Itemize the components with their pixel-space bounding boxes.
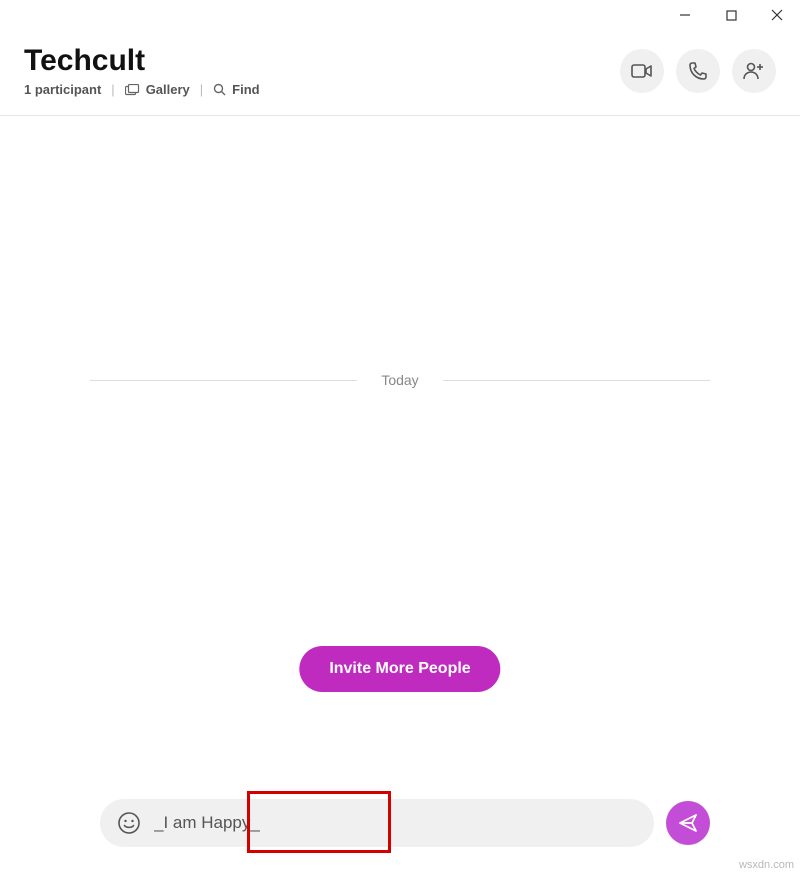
date-divider: Today (0, 372, 800, 388)
close-button[interactable] (754, 0, 800, 30)
window-titlebar (0, 0, 800, 30)
send-icon (678, 813, 698, 833)
divider-line (90, 380, 357, 381)
message-input[interactable] (154, 813, 634, 833)
smiley-icon (117, 811, 141, 835)
emoji-button[interactable] (112, 806, 146, 840)
participants-count[interactable]: 1 participant (24, 82, 101, 97)
separator: | (196, 82, 207, 97)
video-call-button[interactable] (620, 49, 664, 93)
chat-header: Techcult 1 participant | Gallery | Find (0, 30, 800, 116)
invite-more-people-button[interactable]: Invite More People (299, 646, 500, 692)
divider-line (443, 380, 710, 381)
date-label: Today (357, 372, 442, 388)
search-icon (213, 83, 226, 96)
chat-title: Techcult (24, 44, 620, 78)
separator: | (107, 82, 118, 97)
chat-messages-area: Today Invite More People (0, 116, 800, 754)
maximize-button[interactable] (708, 0, 754, 30)
minimize-button[interactable] (662, 0, 708, 30)
video-icon (631, 63, 653, 79)
add-participant-button[interactable] (732, 49, 776, 93)
phone-icon (688, 61, 708, 81)
gallery-icon (125, 84, 140, 96)
watermark: wsxdn.com (739, 859, 794, 871)
message-input-container[interactable] (100, 799, 654, 847)
gallery-link[interactable]: Gallery (146, 82, 190, 97)
send-button[interactable] (666, 801, 710, 845)
audio-call-button[interactable] (676, 49, 720, 93)
find-link[interactable]: Find (232, 82, 259, 97)
message-composer (0, 799, 800, 847)
add-person-icon (743, 61, 765, 81)
chat-subheader: 1 participant | Gallery | Find (24, 82, 620, 97)
